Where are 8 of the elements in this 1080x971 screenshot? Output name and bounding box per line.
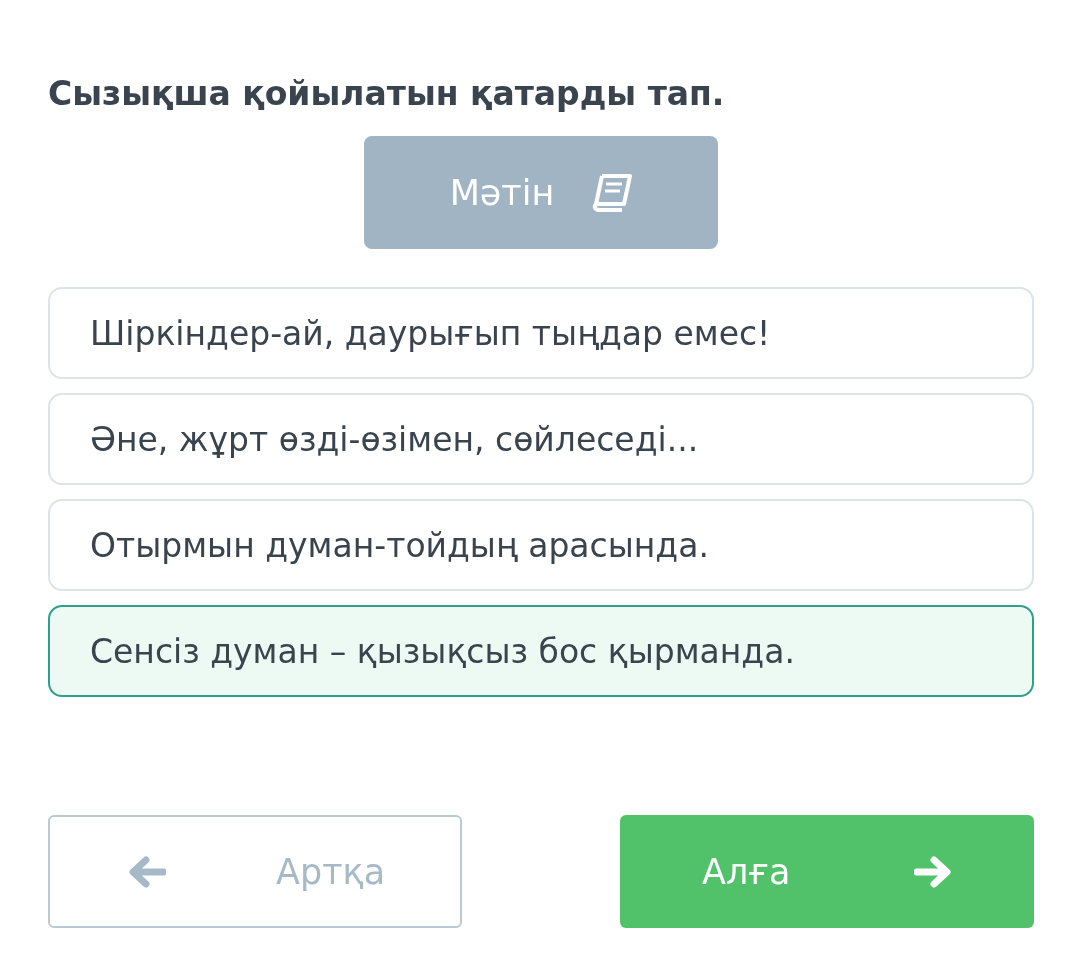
answer-option[interactable]: Отырмын думан-тойдың арасында. bbox=[48, 499, 1034, 591]
left-arrow-icon bbox=[128, 855, 166, 888]
question-title: Сызықша қойылатын қатарды тап. bbox=[48, 73, 726, 115]
book-icon bbox=[592, 173, 633, 212]
answer-option[interactable]: Шіркіндер-ай, даурығып тыңдар емес! bbox=[48, 287, 1034, 379]
answer-option[interactable]: Әне, жұрт өзді-өзімен, сөйлеседі... bbox=[48, 393, 1034, 485]
right-arrow-icon bbox=[914, 855, 952, 888]
answer-option[interactable]: Сенсіз думан – қызықсыз бос қырманда. bbox=[48, 605, 1034, 697]
